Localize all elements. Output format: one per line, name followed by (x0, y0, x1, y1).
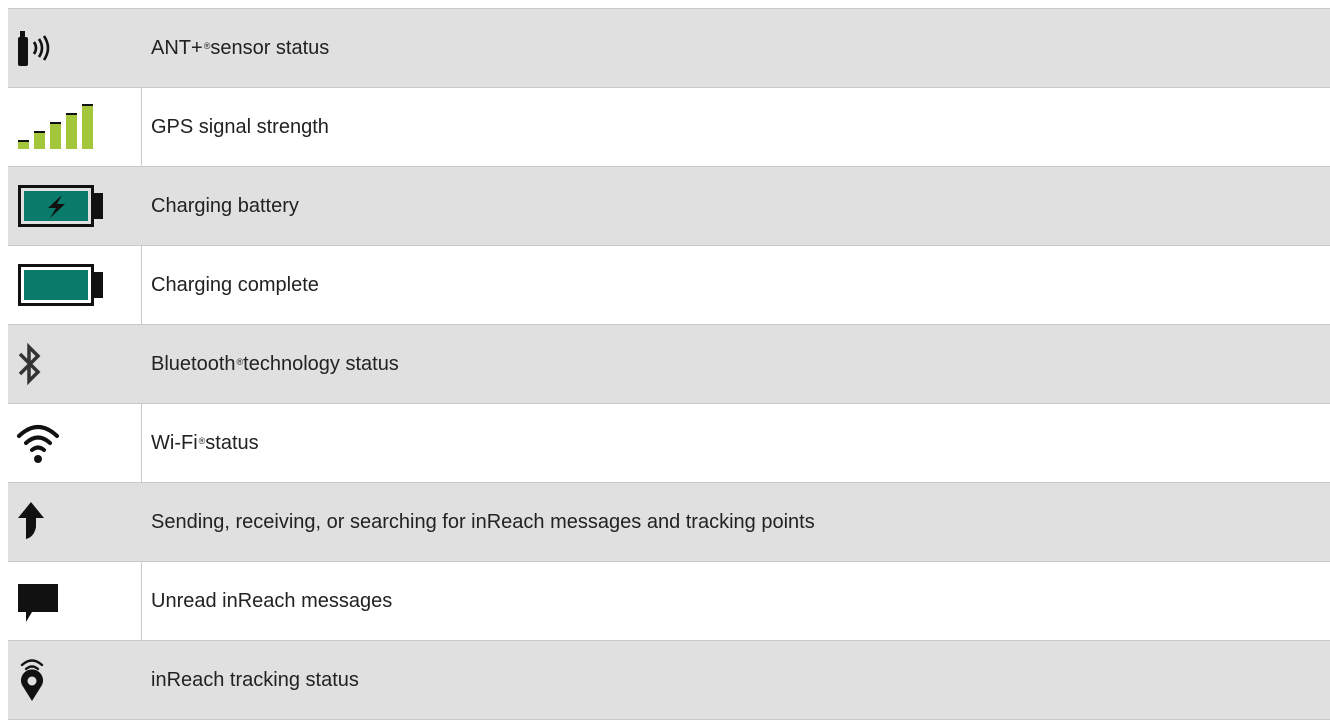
wifi-icon (16, 420, 62, 466)
table-row: Wi-Fi ® status (8, 404, 1330, 483)
icon-cell (8, 9, 142, 87)
ant-sensor-icon (16, 26, 66, 70)
table-row: Charging battery (8, 167, 1330, 246)
table-row: ANT+ ® sensor status (8, 9, 1330, 88)
row-description: Unread inReach messages (151, 589, 393, 612)
icon-cell (8, 483, 142, 561)
icon-cell (8, 404, 142, 482)
row-description: Sending, receiving, or searching for inR… (151, 510, 815, 533)
row-description: Charging complete (151, 273, 319, 296)
icon-cell (8, 167, 142, 245)
row-description: Charging battery (151, 194, 299, 217)
icon-cell (8, 246, 142, 324)
charging-battery-icon (16, 183, 108, 229)
status-icons-table: ANT+ ® sensor status GPS signal strength… (8, 8, 1330, 720)
row-description: inReach tracking status (151, 668, 359, 691)
table-row: inReach tracking status (8, 641, 1330, 720)
row-description: Wi-Fi ® status (151, 431, 259, 454)
arrow-up-icon (16, 499, 56, 545)
table-row: Charging complete (8, 246, 1330, 325)
tracking-pin-icon (16, 655, 52, 705)
icon-cell (8, 88, 142, 166)
row-description: GPS signal strength (151, 115, 329, 138)
message-icon (16, 578, 62, 624)
row-description: ANT+ ® sensor status (151, 36, 330, 59)
icon-cell (8, 325, 142, 403)
icon-cell (8, 562, 142, 640)
row-description: Bluetooth ® technology status (151, 352, 399, 375)
gps-signal-icon (16, 103, 102, 151)
table-row: Sending, receiving, or searching for inR… (8, 483, 1330, 562)
icon-cell (8, 641, 142, 719)
bluetooth-icon (16, 341, 46, 387)
table-row: GPS signal strength (8, 88, 1330, 167)
table-row: Unread inReach messages (8, 562, 1330, 641)
full-battery-icon (16, 262, 108, 308)
table-row: Bluetooth ® technology status (8, 325, 1330, 404)
